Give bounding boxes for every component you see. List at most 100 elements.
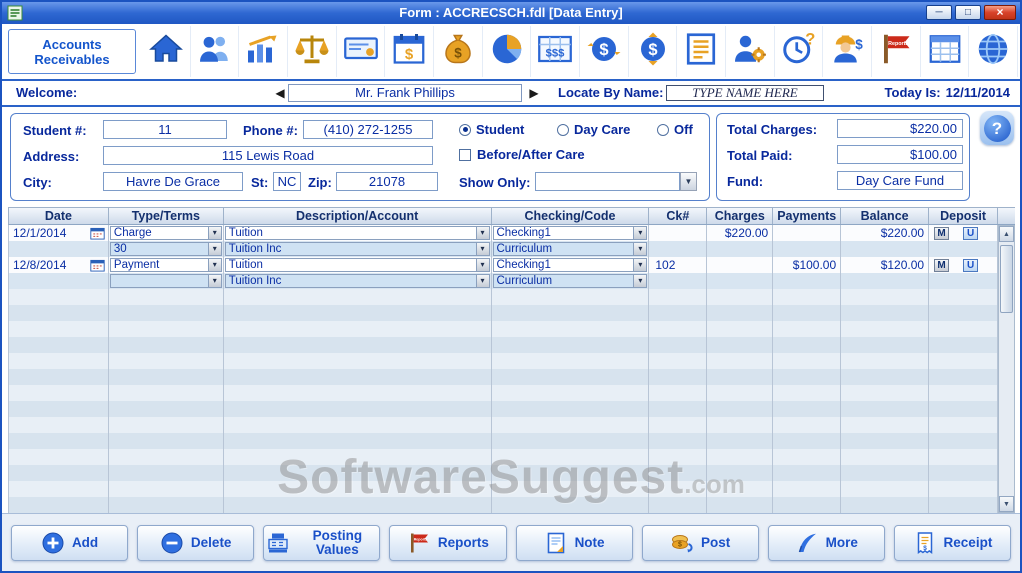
calendar-icon[interactable] [89, 259, 106, 272]
toolbar-checkbook-button[interactable] [337, 26, 386, 77]
address-field[interactable]: 115 Lewis Road [103, 146, 433, 165]
toolbar-user-settings-button[interactable] [726, 26, 775, 77]
reports-button[interactable]: Reports Reports [389, 524, 507, 561]
scroll-down-icon[interactable]: ▼ [999, 496, 1014, 512]
toolbar-home-button[interactable] [142, 26, 191, 77]
type-terms-dropdown[interactable]: 30 ▾ [109, 242, 222, 256]
svg-text:$: $ [648, 41, 657, 59]
dropdown-arrow-icon[interactable]: ▾ [633, 227, 647, 239]
toolbar-users-button[interactable] [191, 26, 240, 77]
toolbar-globe-button[interactable] [969, 26, 1019, 77]
before-after-care-checkbox[interactable]: Before/After Care [459, 147, 585, 162]
cell-payments [773, 481, 842, 497]
cell-date[interactable]: 12/8/2014 [9, 257, 109, 273]
cell-date [9, 321, 109, 337]
locate-by-name-input[interactable]: TYPE NAME HERE [666, 85, 824, 101]
dropdown-arrow-icon[interactable]: ▾ [207, 259, 221, 271]
add-circle-icon [41, 531, 65, 555]
table-scrollbar[interactable]: ▲ ▼ [998, 225, 1015, 513]
type-terms-dropdown[interactable]: Payment ▾ [109, 258, 222, 272]
checking-code-dropdown[interactable]: Curriculum ▾ [492, 242, 648, 256]
student-number-field[interactable]: 11 [103, 120, 227, 139]
previous-record-arrow-icon[interactable]: ◀ [272, 85, 288, 101]
cell-balance [841, 433, 930, 449]
cell-balance [841, 449, 930, 465]
description-account-dropdown[interactable]: Tuition ▾ [224, 226, 490, 240]
radio-off[interactable]: Off [657, 122, 693, 137]
toolbar-spreadsheet-button[interactable] [921, 26, 970, 77]
cell-ck-number [649, 289, 708, 305]
cell-date [9, 305, 109, 321]
deposit-u-button[interactable]: U [963, 258, 979, 272]
post-button[interactable]: $ Post [641, 524, 759, 561]
checking-code-dropdown[interactable]: Curriculum ▾ [492, 274, 648, 288]
current-record-name[interactable]: Mr. Frank Phillips [288, 84, 522, 102]
description-account-dropdown[interactable]: Tuition Inc ▾ [224, 242, 490, 256]
show-only-combo[interactable]: ▼ [535, 172, 697, 191]
help-button[interactable]: ? [980, 111, 1014, 145]
state-field[interactable]: NC [273, 172, 301, 191]
toolbar-reports-flag-button[interactable]: Reports [872, 26, 921, 77]
deposit-u-button[interactable]: U [963, 226, 979, 240]
posting-values-button[interactable]: Posting Values [263, 524, 381, 561]
dropdown-arrow-icon[interactable]: ▾ [633, 275, 647, 287]
note-button[interactable]: Note [515, 524, 633, 561]
dropdown-arrow-icon[interactable]: ▾ [475, 227, 489, 239]
combo-arrow-icon[interactable]: ▼ [680, 172, 697, 191]
close-button[interactable]: × [984, 5, 1016, 20]
cell-checking-code [492, 337, 650, 353]
calendar-icon[interactable] [89, 227, 106, 240]
phone-field[interactable]: (410) 272-1255 [303, 120, 433, 139]
add-button[interactable]: Add [11, 524, 129, 561]
scrollbar-thumb[interactable] [1000, 245, 1013, 313]
checking-code-dropdown[interactable]: Checking1 ▾ [492, 226, 648, 240]
dropdown-arrow-icon[interactable]: ▾ [207, 243, 221, 255]
ledger-icon: $$$ [537, 31, 573, 72]
toolbar-dollar-exchange-button[interactable]: $ [629, 26, 678, 77]
toolbar-time-question-button[interactable]: ? [775, 26, 824, 77]
maximize-button[interactable]: □ [955, 5, 981, 20]
toolbar-form-list-button[interactable] [677, 26, 727, 77]
minimize-button[interactable]: ─ [926, 5, 952, 20]
dropdown-arrow-icon[interactable]: ▾ [475, 259, 489, 271]
next-record-arrow-icon[interactable]: ▶ [526, 85, 542, 101]
scroll-up-icon[interactable]: ▲ [999, 226, 1014, 242]
description-account-dropdown[interactable]: Tuition ▾ [224, 258, 490, 272]
table-row [9, 337, 998, 353]
description-account-value: Tuition Inc [228, 243, 282, 255]
cell-date[interactable]: 12/1/2014 [9, 225, 109, 241]
radio-day-care[interactable]: Day Care [557, 122, 630, 137]
cell-checking-code: Curriculum ▾ [492, 273, 650, 289]
toolbar-worker-dollar-button[interactable]: $ [823, 26, 873, 77]
description-account-dropdown[interactable]: Tuition Inc ▾ [224, 274, 490, 288]
cell-type-terms [109, 449, 224, 465]
type-terms-dropdown[interactable]: Charge ▾ [109, 226, 222, 240]
deposit-m-button[interactable]: M [934, 226, 950, 240]
dropdown-arrow-icon[interactable]: ▾ [207, 275, 221, 287]
radio-student[interactable]: Student [459, 122, 524, 137]
toolbar-pie-chart-button[interactable] [483, 26, 532, 77]
dropdown-arrow-icon[interactable]: ▾ [475, 243, 489, 255]
receipt-button[interactable]: $ Receipt [893, 524, 1011, 561]
toolbar-chart-button[interactable] [239, 26, 289, 77]
toolbar-scales-button[interactable] [288, 26, 337, 77]
dropdown-arrow-icon[interactable]: ▾ [633, 259, 647, 271]
toolbar-ledger-button[interactable]: $$$ [531, 26, 581, 77]
cell-payments [773, 433, 842, 449]
toolbar-calendar-dollar-button[interactable]: $ [385, 26, 435, 77]
checking-code-value: Checking1 [496, 259, 551, 271]
cell-type-terms: Charge ▾ [109, 225, 224, 241]
dropdown-arrow-icon[interactable]: ▾ [207, 227, 221, 239]
show-only-value[interactable] [535, 172, 680, 191]
dropdown-arrow-icon[interactable]: ▾ [475, 275, 489, 287]
more-button[interactable]: More [767, 524, 885, 561]
type-terms-dropdown[interactable]: ▾ [109, 274, 222, 288]
deposit-m-button[interactable]: M [934, 258, 950, 272]
toolbar-dollar-transfer-button[interactable]: $ [580, 26, 629, 77]
delete-button[interactable]: Delete [137, 524, 255, 561]
toolbar-money-bag-button[interactable]: $ [434, 26, 483, 77]
dropdown-arrow-icon[interactable]: ▾ [633, 243, 647, 255]
city-field[interactable]: Havre De Grace [103, 172, 243, 191]
checking-code-dropdown[interactable]: Checking1 ▾ [492, 258, 648, 272]
zip-field[interactable]: 21078 [336, 172, 438, 191]
